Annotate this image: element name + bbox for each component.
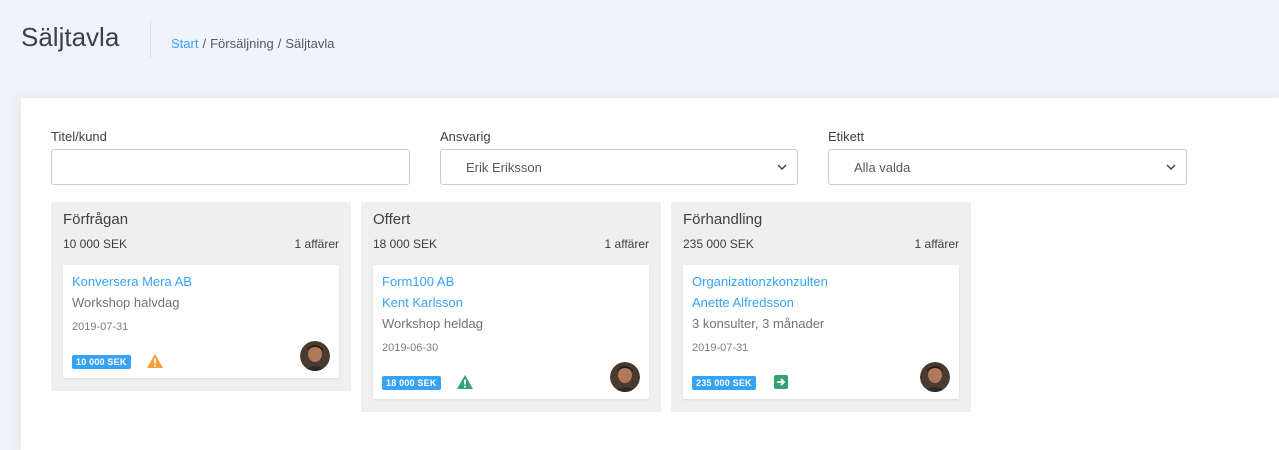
deal-contact-link[interactable]: Kent Karlsson [382,295,463,310]
owner-select[interactable]: Erik Eriksson [440,149,798,185]
breadcrumb-separator: / [277,36,282,51]
title-divider [150,21,151,58]
breadcrumb-current: Säljtavla [285,36,335,51]
column-title: Offert [373,211,411,228]
deal-company-link[interactable]: Organizationzkonzulten [692,274,828,289]
column-title: Förfrågan [63,211,129,228]
title-filter-label: Titel/kund [51,129,107,144]
arrow-right-icon [774,375,788,389]
deal-amount-badge: 10 000 SEK [72,355,131,369]
warning-icon [456,374,474,390]
deal-contact-link[interactable]: Anette Alfredsson [692,295,794,310]
column-title: Förhandling [683,211,763,228]
deal-description: Workshop heldag [382,316,483,331]
deal-description: 3 konsulter, 3 månader [692,316,825,331]
column-deal-count: 1 affärer [914,237,959,251]
stage-column-offert: Offert 18 000 SEK 1 affärer Form100 AB K… [361,202,661,412]
breadcrumb-separator: / [202,36,207,51]
chevron-down-icon [777,162,787,172]
deal-company-link[interactable]: Konversera Mera AB [72,274,192,289]
warning-icon [146,353,164,369]
deal-company-link[interactable]: Form100 AB [382,274,454,289]
tag-select[interactable]: Alla valda [828,149,1187,185]
tag-select-value: Alla valda [854,160,911,175]
deal-description: Workshop halvdag [72,295,180,310]
title-customer-input[interactable] [52,150,409,184]
owner-avatar [610,362,640,392]
deal-card[interactable]: Konversera Mera AB Workshop halvdag 2019… [63,265,339,378]
column-deal-count: 1 affärer [604,237,649,251]
deal-card[interactable]: Organizationzkonzulten Anette Alfredsson… [683,265,959,399]
owner-avatar [920,362,950,392]
breadcrumb-home-link[interactable]: Start [171,36,198,51]
chevron-down-icon [1166,162,1176,172]
deal-date: 2019-07-31 [72,321,129,333]
stage-column-forfragan: Förfrågan 10 000 SEK 1 affärer Konverser… [51,202,351,391]
deal-card[interactable]: Form100 AB Kent Karlsson Workshop heldag… [373,265,649,399]
column-sum: 18 000 SEK [373,237,438,251]
stage-column-forhandling: Förhandling 235 000 SEK 1 affärer Organi… [671,202,971,412]
column-sum: 10 000 SEK [63,237,128,251]
breadcrumb: Start / Försäljning / Säljtavla [171,36,334,51]
owner-filter-label: Ansvarig [440,129,491,144]
breadcrumb-section: Försäljning [210,36,274,51]
owner-select-value: Erik Eriksson [466,160,542,175]
deal-date: 2019-07-31 [692,342,749,354]
page-title: Säljtavla [21,22,120,52]
deal-amount-badge: 235 000 SEK [692,376,756,390]
deal-date: 2019-06-30 [382,342,439,354]
page-header: Säljtavla Start / Försäljning / Säljtavla [0,0,1279,78]
column-sum: 235 000 SEK [683,237,754,251]
column-deal-count: 1 affärer [294,237,339,251]
deal-amount-badge: 18 000 SEK [382,376,441,390]
sales-board-panel: Titel/kund Ansvarig Erik Eriksson Etiket… [21,98,1279,450]
owner-avatar [300,341,330,371]
title-filter-field [51,149,410,185]
tag-filter-label: Etikett [828,129,865,144]
